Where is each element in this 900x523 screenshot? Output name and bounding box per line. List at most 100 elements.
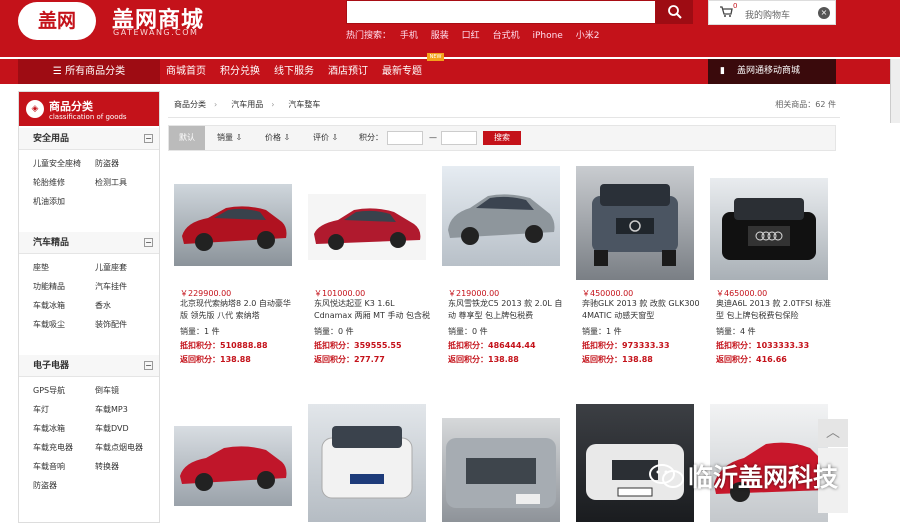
section-items: 儿童安全座椅 防盗器 轮胎维修 检测工具 机油添加 [19, 150, 159, 211]
section-title[interactable]: 电子电器 − [19, 355, 159, 377]
cart-button[interactable]: 0 我的购物车 × [708, 0, 836, 25]
product-name[interactable]: 奥迪A6L 2013 款 2.0TFSI 标准型 包上牌包税费包保险 [716, 298, 834, 322]
product-image[interactable] [576, 166, 694, 280]
sort-rating-button[interactable]: 评价 ⇩ [313, 126, 338, 150]
product-image[interactable] [442, 166, 560, 266]
sidebar-item[interactable]: 车灯 [33, 400, 95, 419]
product-image[interactable] [308, 194, 426, 260]
nav-item-offline[interactable]: 线下服务 [274, 59, 314, 84]
sidebar-item[interactable]: 车载冰箱 [33, 296, 95, 315]
sidebar-item[interactable]: 装饰配件 [95, 315, 157, 334]
product-image[interactable] [174, 426, 292, 506]
nav-item-hotel[interactable]: 酒店预订 [328, 59, 368, 84]
search-button[interactable] [656, 0, 693, 24]
sidebar-item[interactable]: 倒车镜 [95, 381, 157, 400]
sidebar-item[interactable]: GPS导航 [33, 381, 95, 400]
product-name[interactable]: 奔驰GLK 2013 款 改款 GLK300 4MATIC 动感天窗型 [582, 298, 700, 322]
product-points: 抵扣积分：973333.33 [582, 341, 670, 350]
sort-default-button[interactable]: 默认 [169, 126, 205, 150]
section-title[interactable]: 安全用品 − [19, 128, 159, 150]
sidebar-item[interactable]: 防盗器 [95, 154, 157, 173]
sidebar-item[interactable]: 儿童安全座椅 [33, 154, 95, 173]
hot-words-label: 热门搜索： [346, 31, 392, 41]
product-name[interactable]: 北京现代索纳塔8 2.0 自动豪华版 领先版 八代 索纳塔 [180, 298, 298, 322]
sort-filter-bar: 默认 销量 ⇩ 价格 ⇩ 评价 ⇩ 积分： — 搜索 [168, 125, 836, 151]
hot-word-link[interactable]: 手机 [400, 31, 418, 41]
sidebar-item[interactable]: 车载点烟电器 [95, 438, 157, 457]
sidebar-item[interactable]: 车载吸尘 [33, 315, 95, 334]
filter-search-button[interactable]: 搜索 [483, 131, 521, 145]
search-input[interactable] [346, 0, 656, 24]
arrow-up-icon: ︿ [826, 425, 840, 441]
product-image[interactable] [442, 418, 560, 522]
close-icon[interactable]: × [818, 7, 830, 19]
section-title-label: 电子电器 [33, 361, 70, 371]
collapse-icon[interactable]: − [144, 238, 153, 247]
all-categories-button[interactable]: ☰ 所有商品分类 [18, 59, 160, 84]
logo-badge[interactable]: 盖网 [18, 2, 96, 40]
breadcrumb-item[interactable]: 汽车整车 [288, 100, 320, 109]
breadcrumb-item[interactable]: 商品分类 [174, 100, 206, 109]
collapse-icon[interactable]: − [144, 361, 153, 370]
section-title-label: 安全用品 [33, 134, 70, 144]
collapse-icon[interactable]: − [144, 134, 153, 143]
product-points: 抵扣积分：486444.44 [448, 341, 536, 350]
sidebar-item[interactable]: 车载充电器 [33, 438, 95, 457]
sort-sales-button[interactable]: 销量 ⇩ [217, 126, 242, 150]
sidebar-item[interactable]: 车载DVD [95, 419, 157, 438]
hot-word-link[interactable]: 小米2 [576, 31, 600, 41]
sidebar-item[interactable]: 功能精品 [33, 277, 95, 296]
breadcrumb-item[interactable]: 汽车用品 [231, 100, 263, 109]
sidebar-item[interactable]: 座垫 [33, 258, 95, 277]
hot-word-link[interactable]: 服装 [431, 31, 449, 41]
sidebar-item[interactable]: 防盗器 [33, 476, 95, 495]
product-sales: 销量：0 件 [448, 327, 488, 336]
hot-words: 热门搜索： 手机 服装 口红 台式机 iPhone 小米2 [346, 28, 609, 41]
sidebar-item[interactable]: 车载音响 [33, 457, 95, 476]
product-points: 抵扣积分：510888.88 [180, 341, 268, 350]
product-image[interactable] [308, 404, 426, 522]
watermark-text: 临沂盖网科技 [688, 463, 839, 492]
product-image[interactable] [174, 184, 292, 266]
sidebar-item[interactable]: 机油添加 [33, 192, 95, 211]
points-max-input[interactable] [441, 131, 477, 145]
points-min-input[interactable] [387, 131, 423, 145]
sort-price-button[interactable]: 价格 ⇩ [265, 126, 290, 150]
nav-item-points[interactable]: 积分兑换 [220, 59, 260, 84]
sidebar-section: 汽车精品 − 座垫 儿童座套 功能精品 汽车挂件 车载冰箱 香水 车载吸尘 装饰… [19, 232, 159, 334]
product-name[interactable]: 东风悦达起亚 K3 1.6L Cdnamax 两厢 MT 手动 包含税费 上 [314, 298, 432, 322]
hot-word-link[interactable]: 台式机 [493, 31, 520, 41]
sidebar-item[interactable]: 轮胎维修 [33, 173, 95, 192]
back-to-top-button[interactable]: ︿ [818, 419, 848, 447]
product-name[interactable]: 东风雪铁龙C5 2013 款 2.0L 自动 尊享型 包上牌包税费 [448, 298, 566, 322]
menu-icon: ☰ [52, 66, 66, 77]
site-header: 盖网 盖网商城 GATEWANG.COM 热门搜索： 手机 服装 口红 台式机 … [0, 0, 900, 57]
sidebar-item[interactable]: 转换器 [95, 457, 157, 476]
sidebar-item[interactable]: 香水 [95, 296, 157, 315]
search-icon [667, 5, 682, 19]
mobile-mall-link[interactable]: ▮ 盖网通移动商城 [708, 59, 836, 84]
sidebar-item[interactable]: 汽车挂件 [95, 277, 157, 296]
nav-item-home[interactable]: 商城首页 [166, 59, 206, 84]
sidebar-title: 商品分类 [49, 100, 93, 113]
product-rebate: 返回积分：138.88 [582, 355, 653, 364]
sidebar-item[interactable]: 车载MP3 [95, 400, 157, 419]
nav-links: 商城首页 积分兑换 线下服务 酒店预订 最新专题 [166, 59, 436, 84]
result-count: 相关商品：62 件 [775, 100, 836, 109]
sidebar-subtitle: classification of goods [49, 113, 127, 121]
watermark: 临沂盖网科技 [648, 456, 878, 496]
sidebar-item[interactable]: 检测工具 [95, 173, 157, 192]
nav-item-topics[interactable]: 最新专题 [382, 59, 422, 84]
car-image [722, 198, 816, 260]
hot-word-link[interactable]: iPhone [532, 31, 562, 41]
product-image[interactable] [710, 178, 828, 280]
cart-label: 我的购物车 [745, 11, 791, 21]
sidebar-item[interactable]: 车载冰箱 [33, 419, 95, 438]
product-rebate: 返回积分：416.66 [716, 355, 787, 364]
section-title[interactable]: 汽车精品 − [19, 232, 159, 254]
sidebar-section: 安全用品 − 儿童安全座椅 防盗器 轮胎维修 检测工具 机油添加 [19, 128, 159, 211]
page-scrollbar[interactable] [890, 59, 900, 123]
product-rebate: 返回积分：277.77 [314, 355, 385, 364]
hot-word-link[interactable]: 口红 [462, 31, 480, 41]
sidebar-item[interactable]: 儿童座套 [95, 258, 157, 277]
